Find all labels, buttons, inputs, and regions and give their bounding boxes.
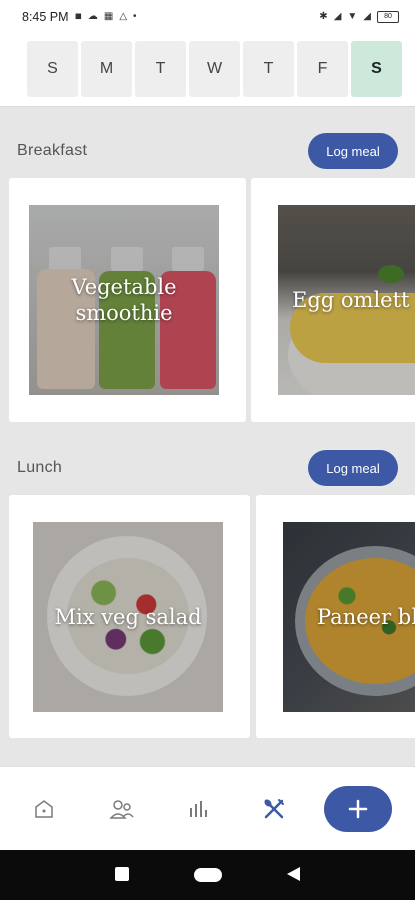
back-button[interactable] [286,867,300,886]
status-bar: 8:45 PM ◾ ☁ ▦ △ • ✱ ◢ ▼ ◢ 80 [0,0,415,34]
breakfast-header: Breakfast Log meal [0,131,415,171]
chart-icon [190,801,207,817]
status-time: 8:45 PM [22,10,69,24]
plus-icon [348,799,368,819]
day-3[interactable]: W [189,41,240,97]
meal-photo: Mix veg salad [33,522,223,712]
meal-card-egg-omelette[interactable]: Egg omlett [251,178,415,422]
signal-icon-2: ◢ [363,11,371,22]
recent-apps-button[interactable] [115,867,129,886]
meal-photo: Egg omlett [278,205,415,395]
day-4[interactable]: T [243,41,294,97]
back-triangle-icon [287,867,300,881]
meal-name: Vegetable smoothie [71,274,177,325]
section-title-lunch: Lunch [17,459,63,476]
nav-community[interactable] [103,791,139,827]
people-icon [109,800,134,819]
mute-icon: ◾ [74,11,82,22]
wifi-icon: ▼ [347,11,358,22]
bottom-navigation [0,766,415,851]
signal-icon: ◢ [333,11,342,22]
meal-photo: Vegetable smoothie [29,205,219,395]
meal-card-vegetable-smoothie[interactable]: Vegetable smoothie [9,178,246,422]
square-icon [115,867,129,881]
home-pill-icon [194,868,222,882]
meal-card-mix-veg-salad[interactable]: Mix veg salad [9,495,250,738]
day-1[interactable]: M [81,41,132,97]
cloud-icon: ☁ [87,11,98,22]
bluetooth-icon: ✱ [319,11,328,22]
drive-icon: △ [119,11,128,22]
log-meal-breakfast-button[interactable]: Log meal [308,133,398,169]
week-day-selector: SMTWTFS [0,34,415,107]
meal-photo: Paneer bhu [283,522,415,712]
day-0[interactable]: S [27,41,78,97]
meal-name: Mix veg salad [54,604,202,629]
nav-meals[interactable] [256,791,292,827]
day-6[interactable]: S [351,41,402,97]
nav-home[interactable] [26,791,62,827]
battery-icon: 80 [377,11,399,23]
home-icon [35,800,53,818]
meal-name: Egg omlett [292,287,410,312]
system-navigation-bar [0,850,415,900]
day-2[interactable]: T [135,41,186,97]
nav-progress[interactable] [180,791,216,827]
add-meal-button[interactable] [324,786,392,832]
home-system-button[interactable] [194,868,222,887]
app-notification-icon: ▦ [103,11,114,22]
more-dot-icon: • [133,11,137,22]
lunch-meal-row: Mix veg salad Paneer bhu [0,495,415,738]
breakfast-meal-row: Vegetable smoothie Egg omlett [0,178,415,422]
day-5[interactable]: F [297,41,348,97]
log-meal-lunch-button[interactable]: Log meal [308,450,398,486]
meal-card-paneer-bhurji[interactable]: Paneer bhu [256,495,415,738]
lunch-header: Lunch Log meal [0,448,415,488]
section-title-breakfast: Breakfast [17,142,88,159]
fork-knife-icon [264,799,284,819]
meal-name: Paneer bhu [317,604,415,629]
